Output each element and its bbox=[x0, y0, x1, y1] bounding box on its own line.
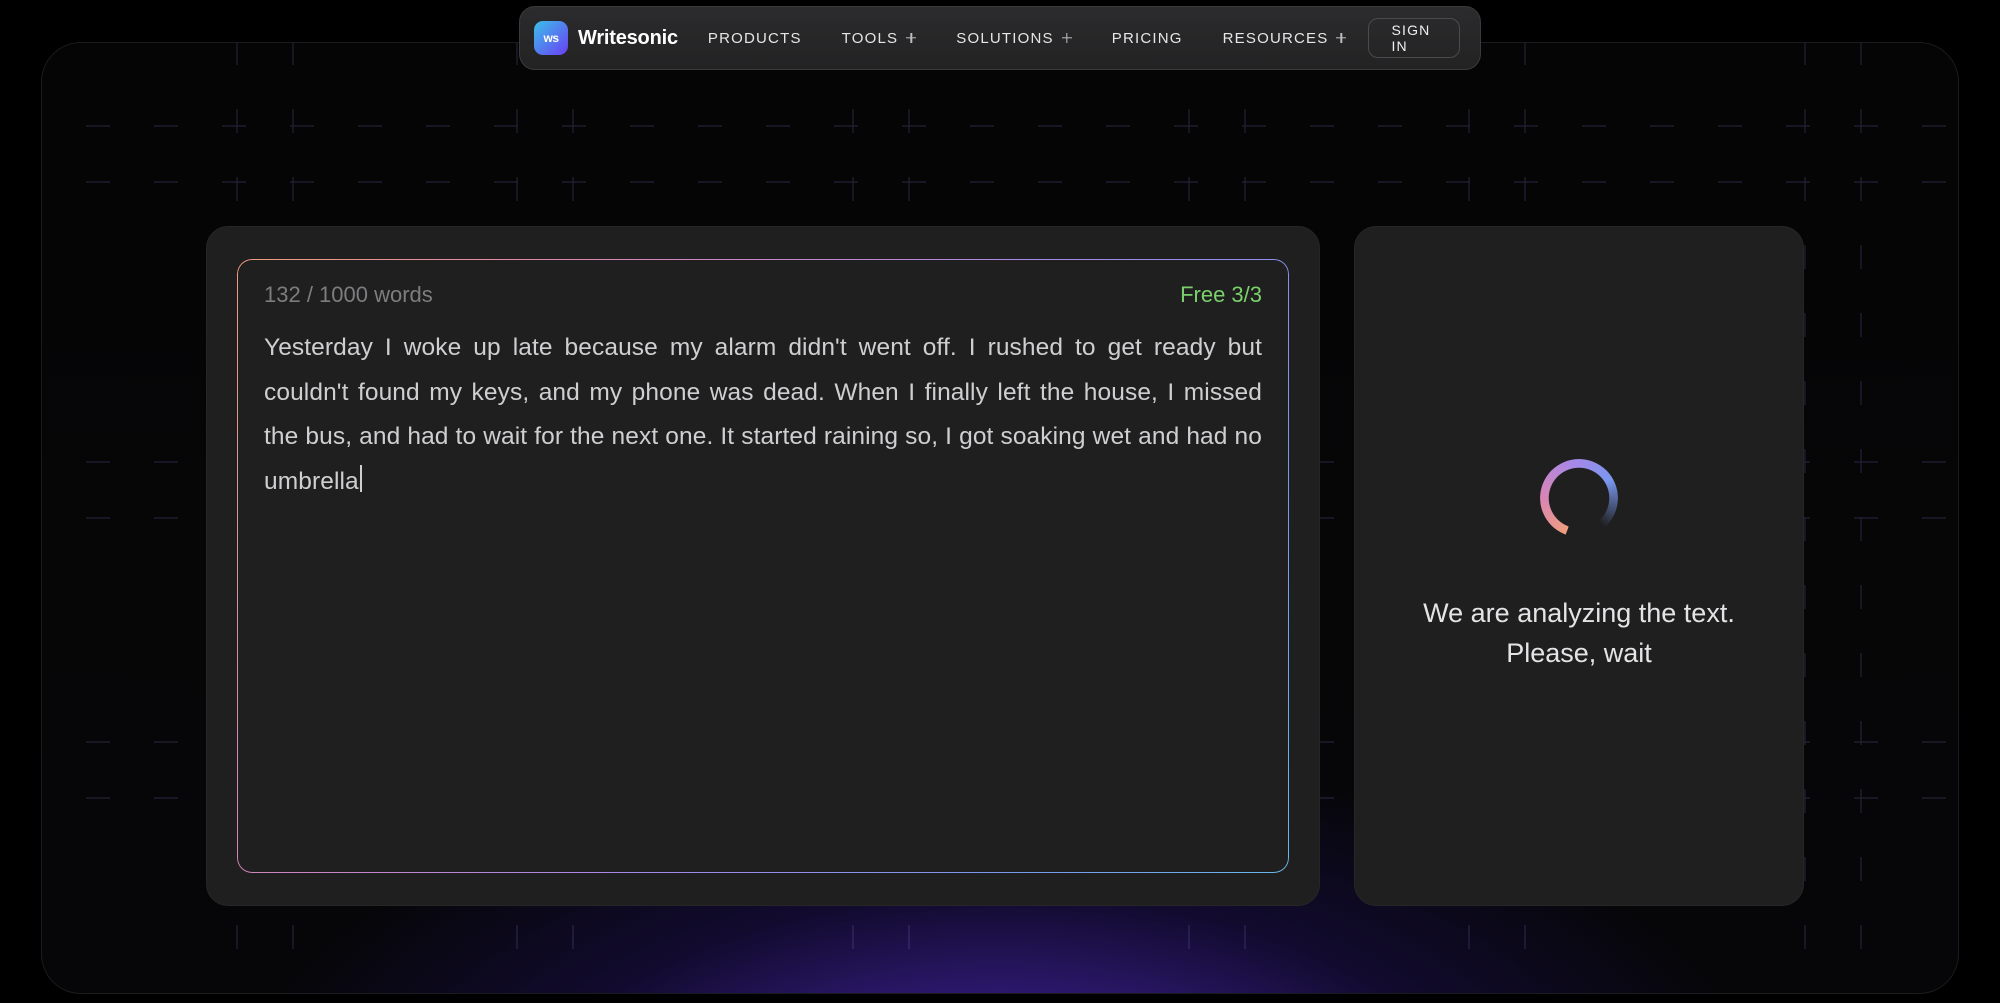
editor-textarea[interactable]: 132 / 1000 words Free 3/3 Yesterday I wo… bbox=[237, 259, 1289, 873]
word-count: 132 / 1000 words bbox=[264, 282, 433, 308]
sign-in-button[interactable]: SIGN IN bbox=[1368, 18, 1460, 58]
app-frame: 132 / 1000 words Free 3/3 Yesterday I wo… bbox=[41, 42, 1959, 994]
plus-icon bbox=[1336, 33, 1346, 43]
nav-item-label: TOOLS bbox=[842, 30, 899, 47]
nav-item-resources[interactable]: RESOURCES bbox=[1223, 30, 1347, 47]
free-usage-indicator: Free 3/3 bbox=[1180, 282, 1262, 308]
nav-item-label: PRODUCTS bbox=[708, 30, 802, 47]
editor-panel: 132 / 1000 words Free 3/3 Yesterday I wo… bbox=[206, 226, 1320, 906]
nav-item-tools[interactable]: TOOLS bbox=[842, 30, 917, 47]
nav-item-label: RESOURCES bbox=[1223, 30, 1329, 47]
brand-logo-badge-text: ws bbox=[543, 31, 558, 45]
primary-nav: PRODUCTS TOOLS SOLUTIONS PRICING RESOURCES bbox=[708, 30, 1347, 47]
nav-item-label: PRICING bbox=[1112, 30, 1183, 47]
text-caret bbox=[360, 465, 362, 492]
top-nav: ws Writesonic PRODUCTS TOOLS SOLUTIONS PRIC… bbox=[519, 6, 1481, 70]
loading-spinner-icon bbox=[1540, 459, 1618, 537]
nav-item-products[interactable]: PRODUCTS bbox=[708, 30, 802, 47]
analysis-panel: We are analyzing the text. Please, wait bbox=[1354, 226, 1804, 906]
nav-item-pricing[interactable]: PRICING bbox=[1112, 30, 1183, 47]
nav-item-solutions[interactable]: SOLUTIONS bbox=[956, 30, 1071, 47]
brand-logo[interactable]: ws Writesonic bbox=[534, 21, 678, 55]
plus-icon bbox=[906, 33, 916, 43]
nav-item-label: SOLUTIONS bbox=[956, 30, 1053, 47]
plus-icon bbox=[1062, 33, 1072, 43]
brand-name: Writesonic bbox=[578, 27, 678, 50]
brand-logo-badge: ws bbox=[534, 21, 568, 55]
analyzing-status-text: We are analyzing the text. Please, wait bbox=[1393, 593, 1765, 674]
editor-body-text[interactable]: Yesterday I woke up late because my alar… bbox=[264, 326, 1262, 504]
